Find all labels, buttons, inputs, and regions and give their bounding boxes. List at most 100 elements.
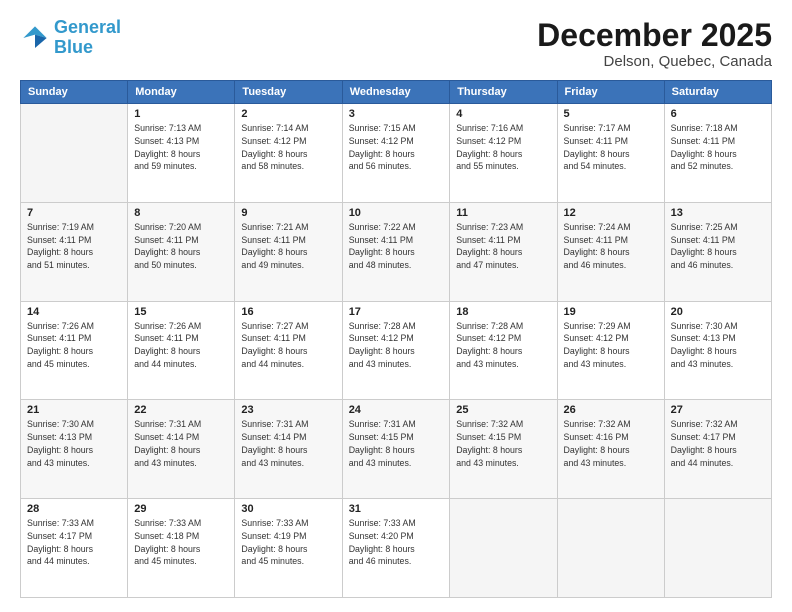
day-info: Sunrise: 7:28 AM Sunset: 4:12 PM Dayligh…	[456, 320, 550, 371]
day-cell: 2 Sunrise: 7:14 AM Sunset: 4:12 PM Daylig…	[235, 104, 342, 203]
day-info: Sunrise: 7:30 AM Sunset: 4:13 PM Dayligh…	[27, 418, 121, 469]
day-number: 25	[456, 404, 550, 416]
day-number: 23	[241, 404, 335, 416]
day-cell: 10 Sunrise: 7:22 AM Sunset: 4:11 PM Dayli…	[342, 202, 450, 301]
day-number: 14	[27, 306, 121, 318]
day-info: Sunrise: 7:20 AM Sunset: 4:11 PM Dayligh…	[134, 221, 228, 272]
day-cell: 17 Sunrise: 7:28 AM Sunset: 4:12 PM Dayli…	[342, 301, 450, 400]
day-number: 2	[241, 108, 335, 120]
day-info: Sunrise: 7:16 AM Sunset: 4:12 PM Dayligh…	[456, 122, 550, 173]
day-cell	[557, 499, 664, 598]
day-info: Sunrise: 7:30 AM Sunset: 4:13 PM Dayligh…	[671, 320, 765, 371]
day-number: 11	[456, 207, 550, 219]
day-cell: 24Sunrise: 7:31 AM Sunset: 4:15 PM Dayli…	[342, 400, 450, 499]
day-info: Sunrise: 7:22 AM Sunset: 4:11 PM Dayligh…	[349, 221, 444, 272]
day-info: Sunrise: 7:13 AM Sunset: 4:13 PM Dayligh…	[134, 122, 228, 173]
day-number: 15	[134, 306, 228, 318]
day-number: 10	[349, 207, 444, 219]
day-info: Sunrise: 7:31 AM Sunset: 4:14 PM Dayligh…	[134, 418, 228, 469]
day-cell: 29Sunrise: 7:33 AM Sunset: 4:18 PM Dayli…	[128, 499, 235, 598]
logo-general: General	[54, 17, 121, 37]
day-number: 7	[27, 207, 121, 219]
day-info: Sunrise: 7:26 AM Sunset: 4:11 PM Dayligh…	[134, 320, 228, 371]
day-cell: 6 Sunrise: 7:18 AM Sunset: 4:11 PM Daylig…	[664, 104, 771, 203]
title-block: December 2025 Delson, Quebec, Canada	[537, 18, 772, 70]
day-cell: 22Sunrise: 7:31 AM Sunset: 4:14 PM Dayli…	[128, 400, 235, 499]
day-cell: 20 Sunrise: 7:30 AM Sunset: 4:13 PM Dayli…	[664, 301, 771, 400]
day-number: 28	[27, 503, 121, 515]
day-number: 18	[456, 306, 550, 318]
day-cell	[21, 104, 128, 203]
day-number: 4	[456, 108, 550, 120]
day-cell: 30Sunrise: 7:33 AM Sunset: 4:19 PM Dayli…	[235, 499, 342, 598]
day-info: Sunrise: 7:28 AM Sunset: 4:12 PM Dayligh…	[349, 320, 444, 371]
day-cell: 12 Sunrise: 7:24 AM Sunset: 4:11 PM Dayli…	[557, 202, 664, 301]
day-info: Sunrise: 7:14 AM Sunset: 4:12 PM Dayligh…	[241, 122, 335, 173]
day-cell: 21 Sunrise: 7:30 AM Sunset: 4:13 PM Dayli…	[21, 400, 128, 499]
day-number: 20	[671, 306, 765, 318]
day-number: 16	[241, 306, 335, 318]
sub-title: Delson, Quebec, Canada	[537, 53, 772, 70]
calendar-header: SundayMondayTuesdayWednesdayThursdayFrid…	[21, 81, 772, 104]
weekday-saturday: Saturday	[664, 81, 771, 104]
day-info: Sunrise: 7:26 AM Sunset: 4:11 PM Dayligh…	[27, 320, 121, 371]
day-number: 3	[349, 108, 444, 120]
day-number: 5	[564, 108, 658, 120]
day-cell	[450, 499, 557, 598]
day-cell: 15 Sunrise: 7:26 AM Sunset: 4:11 PM Dayli…	[128, 301, 235, 400]
weekday-sunday: Sunday	[21, 81, 128, 104]
day-cell: 26Sunrise: 7:32 AM Sunset: 4:16 PM Dayli…	[557, 400, 664, 499]
day-number: 31	[349, 503, 444, 515]
day-number: 19	[564, 306, 658, 318]
day-number: 21	[27, 404, 121, 416]
day-number: 17	[349, 306, 444, 318]
week-row-3: 14 Sunrise: 7:26 AM Sunset: 4:11 PM Dayli…	[21, 301, 772, 400]
day-info: Sunrise: 7:15 AM Sunset: 4:12 PM Dayligh…	[349, 122, 444, 173]
day-cell: 23Sunrise: 7:31 AM Sunset: 4:14 PM Dayli…	[235, 400, 342, 499]
day-info: Sunrise: 7:33 AM Sunset: 4:20 PM Dayligh…	[349, 517, 444, 568]
weekday-thursday: Thursday	[450, 81, 557, 104]
day-cell: 19 Sunrise: 7:29 AM Sunset: 4:12 PM Dayli…	[557, 301, 664, 400]
week-row-5: 28 Sunrise: 7:33 AM Sunset: 4:17 PM Dayli…	[21, 499, 772, 598]
day-cell: 18 Sunrise: 7:28 AM Sunset: 4:12 PM Dayli…	[450, 301, 557, 400]
weekday-wednesday: Wednesday	[342, 81, 450, 104]
day-info: Sunrise: 7:32 AM Sunset: 4:15 PM Dayligh…	[456, 418, 550, 469]
day-info: Sunrise: 7:33 AM Sunset: 4:17 PM Dayligh…	[27, 517, 121, 568]
day-info: Sunrise: 7:27 AM Sunset: 4:11 PM Dayligh…	[241, 320, 335, 371]
day-info: Sunrise: 7:31 AM Sunset: 4:15 PM Dayligh…	[349, 418, 444, 469]
day-cell: 9Sunrise: 7:21 AM Sunset: 4:11 PM Daylig…	[235, 202, 342, 301]
day-cell: 5Sunrise: 7:17 AM Sunset: 4:11 PM Daylig…	[557, 104, 664, 203]
day-number: 13	[671, 207, 765, 219]
day-cell: 8Sunrise: 7:20 AM Sunset: 4:11 PM Daylig…	[128, 202, 235, 301]
day-number: 27	[671, 404, 765, 416]
day-info: Sunrise: 7:33 AM Sunset: 4:19 PM Dayligh…	[241, 517, 335, 568]
logo-text: General Blue	[54, 18, 121, 58]
day-cell: 11 Sunrise: 7:23 AM Sunset: 4:11 PM Dayli…	[450, 202, 557, 301]
calendar-body: 1 Sunrise: 7:13 AM Sunset: 4:13 PM Daylig…	[21, 104, 772, 598]
day-info: Sunrise: 7:29 AM Sunset: 4:12 PM Dayligh…	[564, 320, 658, 371]
logo: General Blue	[20, 18, 121, 58]
week-row-2: 7 Sunrise: 7:19 AM Sunset: 4:11 PM Daylig…	[21, 202, 772, 301]
day-cell: 28 Sunrise: 7:33 AM Sunset: 4:17 PM Dayli…	[21, 499, 128, 598]
weekday-friday: Friday	[557, 81, 664, 104]
day-cell: 4 Sunrise: 7:16 AM Sunset: 4:12 PM Daylig…	[450, 104, 557, 203]
day-info: Sunrise: 7:18 AM Sunset: 4:11 PM Dayligh…	[671, 122, 765, 173]
day-info: Sunrise: 7:21 AM Sunset: 4:11 PM Dayligh…	[241, 221, 335, 272]
day-number: 26	[564, 404, 658, 416]
day-cell: 1 Sunrise: 7:13 AM Sunset: 4:13 PM Daylig…	[128, 104, 235, 203]
day-cell: 16 Sunrise: 7:27 AM Sunset: 4:11 PM Dayli…	[235, 301, 342, 400]
day-info: Sunrise: 7:19 AM Sunset: 4:11 PM Dayligh…	[27, 221, 121, 272]
logo-blue: Blue	[54, 37, 93, 57]
day-cell	[664, 499, 771, 598]
day-info: Sunrise: 7:32 AM Sunset: 4:17 PM Dayligh…	[671, 418, 765, 469]
week-row-4: 21 Sunrise: 7:30 AM Sunset: 4:13 PM Dayli…	[21, 400, 772, 499]
day-cell: 25 Sunrise: 7:32 AM Sunset: 4:15 PM Dayli…	[450, 400, 557, 499]
day-number: 6	[671, 108, 765, 120]
day-number: 12	[564, 207, 658, 219]
day-cell: 14 Sunrise: 7:26 AM Sunset: 4:11 PM Dayli…	[21, 301, 128, 400]
day-info: Sunrise: 7:24 AM Sunset: 4:11 PM Dayligh…	[564, 221, 658, 272]
calendar: SundayMondayTuesdayWednesdayThursdayFrid…	[20, 80, 772, 598]
day-info: Sunrise: 7:23 AM Sunset: 4:11 PM Dayligh…	[456, 221, 550, 272]
day-cell: 27 Sunrise: 7:32 AM Sunset: 4:17 PM Dayli…	[664, 400, 771, 499]
day-number: 1	[134, 108, 228, 120]
